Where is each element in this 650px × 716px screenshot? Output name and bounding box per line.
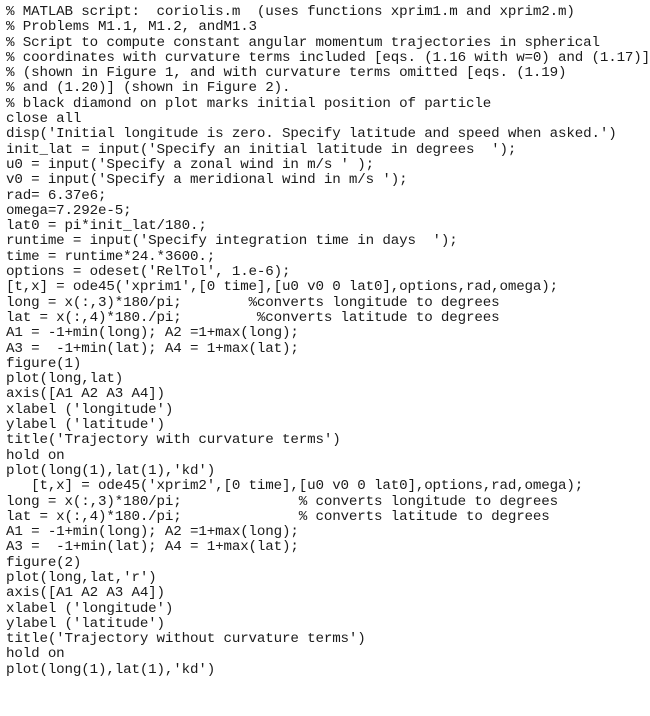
code-line: disp('Initial longitude is zero. Specify… — [6, 126, 617, 143]
code-line: lat0 = pi*init_lat/180.; — [6, 218, 207, 235]
code-line: lat = x(:,4)*180./pi; %converts latitude… — [6, 309, 500, 326]
code-line: v0 = input('Specify a meridional wind in… — [6, 172, 408, 189]
code-line: close all — [6, 111, 82, 128]
code-line: title('Trajectory without curvature term… — [6, 631, 366, 648]
code-listing: % MATLAB script: coriolis.m (uses functi… — [0, 0, 650, 678]
code-line: % coordinates with curvature terms inclu… — [6, 49, 650, 66]
code-line: % Problems M1.1, M1.2, andM1.3 — [6, 19, 257, 36]
code-line: axis([A1 A2 A3 A4]) — [6, 386, 165, 403]
code-line: ylabel ('latitude') — [6, 417, 165, 434]
code-line: plot(long(1),lat(1),'kd') — [6, 462, 216, 479]
code-line: xlabel ('longitude') — [6, 600, 174, 617]
code-line: lat = x(:,4)*180./pi; % converts latitud… — [6, 508, 550, 525]
code-line: figure(1) — [6, 355, 82, 372]
code-line: figure(2) — [6, 554, 82, 571]
code-line: long = x(:,3)*180/pi; % converts longitu… — [6, 493, 559, 510]
code-line: [t,x] = ode45('xprim1',[0 time],[u0 v0 0… — [6, 279, 559, 296]
code-line: u0 = input('Specify a zonal wind in m/s … — [6, 156, 375, 173]
code-line: title('Trajectory with curvature terms') — [6, 432, 341, 449]
code-line: options = odeset('RelTol', 1.e-6); — [6, 264, 291, 281]
code-line: plot(long,lat) — [6, 371, 124, 388]
code-line: A3 = -1+min(lat); A4 = 1+max(lat); — [6, 539, 299, 556]
code-line: plot(long(1),lat(1),'kd') — [6, 661, 216, 678]
code-line: [t,x] = ode45('xprim2',[0 time],[u0 v0 0… — [6, 478, 584, 495]
code-line: % (shown in Figure 1, and with curvature… — [6, 65, 567, 82]
code-line: A3 = -1+min(lat); A4 = 1+max(lat); — [6, 340, 299, 357]
code-line: long = x(:,3)*180/pi; %converts longitud… — [6, 294, 500, 311]
code-line: init_lat = input('Specify an initial lat… — [6, 141, 517, 158]
code-line: % MATLAB script: coriolis.m (uses functi… — [6, 4, 575, 20]
code-line: % Script to compute constant angular mom… — [6, 34, 600, 51]
code-line: xlabel ('longitude') — [6, 401, 174, 418]
code-line: axis([A1 A2 A3 A4]) — [6, 585, 165, 602]
code-line: omega=7.292e-5; — [6, 202, 132, 219]
code-line: ylabel ('latitude') — [6, 615, 165, 632]
code-line: A1 = -1+min(long); A2 =1+max(long); — [6, 524, 299, 541]
code-line: hold on — [6, 646, 65, 663]
code-line: rad= 6.37e6; — [6, 187, 107, 204]
code-line: % and (1.20)] (shown in Figure 2). — [6, 80, 291, 97]
code-line: time = runtime*24.*3600.; — [6, 248, 216, 265]
code-line: A1 = -1+min(long); A2 =1+max(long); — [6, 325, 299, 342]
code-line: % black diamond on plot marks initial po… — [6, 95, 492, 112]
code-line: runtime = input('Specify integration tim… — [6, 233, 458, 250]
code-line: hold on — [6, 447, 65, 464]
code-line: plot(long,lat,'r') — [6, 569, 157, 586]
